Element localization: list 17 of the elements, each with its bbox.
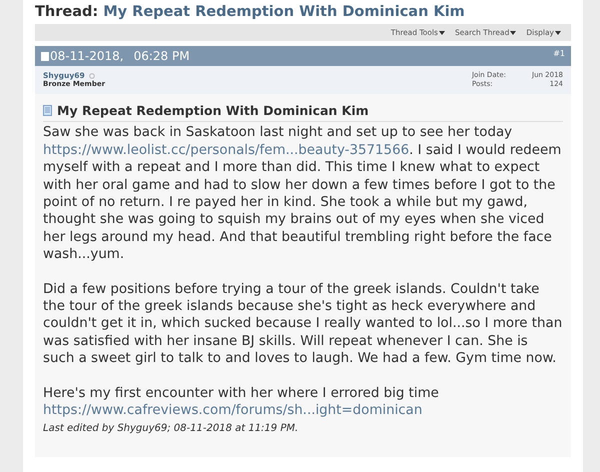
post-paragraph: Did a few positions before trying a tour of the greek islands. Couldn't take the tour of the greek islands because she's tight as heck everywhere and couldn't get it in, which sucked because I really wanted to lol...so I more than was satisfied with her insane BJ skills. Will repeat whenever I can. She is such a sweet girl to talk to and loves to laugh. We had a few. Gym time now. bbox=[43, 280, 563, 368]
post-paragraph: Here's my first encounter with her where I errored big time https://www.cafreviews.com/forums/sh...ight=dominican bbox=[43, 384, 440, 420]
post-title: My Repeat Redemption With Dominican Kim bbox=[57, 102, 369, 120]
edit-note: Last edited by Shyguy69; 08-11-2018 at 11:19 PM. bbox=[43, 422, 300, 436]
post-date: 08-11-2018, bbox=[50, 49, 124, 63]
link[interactable]: https://www.cafreviews.com/forums/sh...ight=dominican bbox=[43, 403, 422, 418]
caret-icon bbox=[510, 30, 516, 34]
caret-icon bbox=[555, 30, 561, 34]
post-number-link[interactable]: #1 bbox=[553, 49, 565, 58]
caret-icon bbox=[438, 30, 445, 34]
post-icon bbox=[41, 52, 49, 60]
thread-title: My Repeat Redemption With Dominican Kim bbox=[103, 4, 465, 20]
document-icon bbox=[43, 105, 52, 116]
post-paragraph: Saw she was back in Saskatoon last night and set up to see her today https://www.leolist.cc/personals/fem...beauty-3571566. I said I would redeem myself with a repeat and I more than did. This time I knew what to expect with her oral game and had to slow her down a few times before I got to the point of no return. I re payed her in kind. She took a while but my gawd, thought she was going to squish my brains out of my eyes when she viced her legs around my head. And that beautiful trembling right before the face wash...yum. bbox=[43, 124, 562, 264]
link[interactable]: https://www.leolist.cc/personals/fem...beauty-3571566 bbox=[43, 142, 410, 158]
thread-label: Thread: bbox=[35, 4, 98, 20]
post-time: 06:28 PM bbox=[134, 49, 190, 63]
